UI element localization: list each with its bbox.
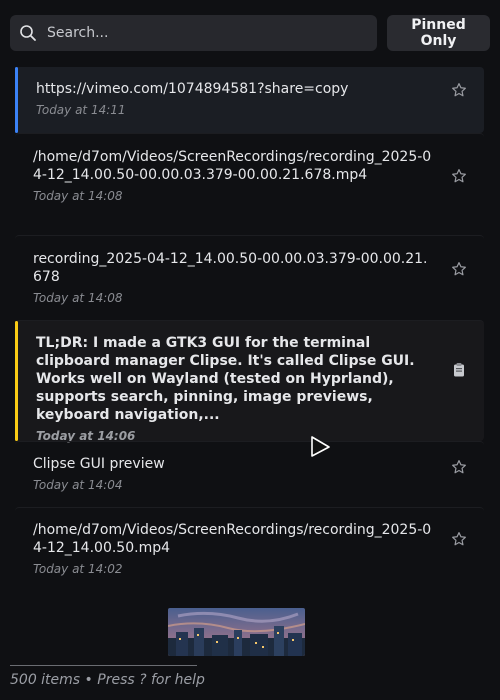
status-text: 500 items • Press ? for help	[10, 672, 205, 688]
item-text: /home/d7om/Videos/ScreenRecordings/recor…	[33, 149, 432, 183]
item-timestamp: Today at 14:08	[33, 189, 123, 203]
pin-badge-icon[interactable]	[452, 362, 466, 378]
pinned-indicator	[15, 321, 18, 441]
item-text: Clipse GUI preview	[33, 456, 165, 472]
list-item[interactable]: https://vimeo.com/1074894581?share=copy …	[15, 67, 484, 133]
top-bar: Pinned Only	[10, 15, 490, 51]
list-item[interactable]: Clipse GUI preview Today at 14:04	[15, 441, 484, 507]
item-text: https://vimeo.com/1074894581?share=copy	[36, 81, 349, 97]
search-icon	[19, 24, 37, 42]
item-timestamp: Today at 14:08	[33, 291, 123, 305]
item-text: TL;DR: I made a GTK3 GUI for the termina…	[36, 335, 415, 423]
item-timestamp: Today at 14:02	[33, 562, 123, 576]
star-icon[interactable]	[450, 530, 468, 548]
pinned-only-button[interactable]: Pinned Only	[387, 15, 490, 51]
selection-indicator	[15, 67, 18, 133]
item-text: recording_2025-04-12_14.00.50-00.00.03.3…	[33, 251, 428, 285]
list-item[interactable]: recording_2025-04-12_14.00.50-00.00.03.3…	[15, 235, 484, 320]
footer-divider	[10, 665, 197, 666]
star-icon[interactable]	[450, 260, 468, 278]
clipboard-list: https://vimeo.com/1074894581?share=copy …	[15, 67, 484, 593]
list-item-pinned[interactable]: TL;DR: I made a GTK3 GUI for the termina…	[15, 320, 484, 443]
search-input[interactable]	[45, 24, 349, 42]
clipboard-manager-window: Pinned Only https://vimeo.com/1074894581…	[0, 0, 500, 700]
search-box[interactable]	[10, 15, 377, 51]
star-icon[interactable]	[450, 458, 468, 476]
star-icon[interactable]	[450, 167, 468, 185]
star-icon[interactable]	[450, 81, 468, 99]
item-text: /home/d7om/Videos/ScreenRecordings/recor…	[33, 522, 432, 556]
mouse-cursor-icon	[311, 436, 331, 458]
list-item[interactable]: /home/d7om/Videos/ScreenRecordings/recor…	[15, 133, 484, 235]
list-item[interactable]: /home/d7om/Videos/ScreenRecordings/recor…	[15, 507, 484, 593]
item-timestamp: Today at 14:11	[36, 103, 126, 117]
image-preview-thumbnail[interactable]	[168, 608, 305, 656]
item-timestamp: Today at 14:04	[33, 478, 123, 492]
